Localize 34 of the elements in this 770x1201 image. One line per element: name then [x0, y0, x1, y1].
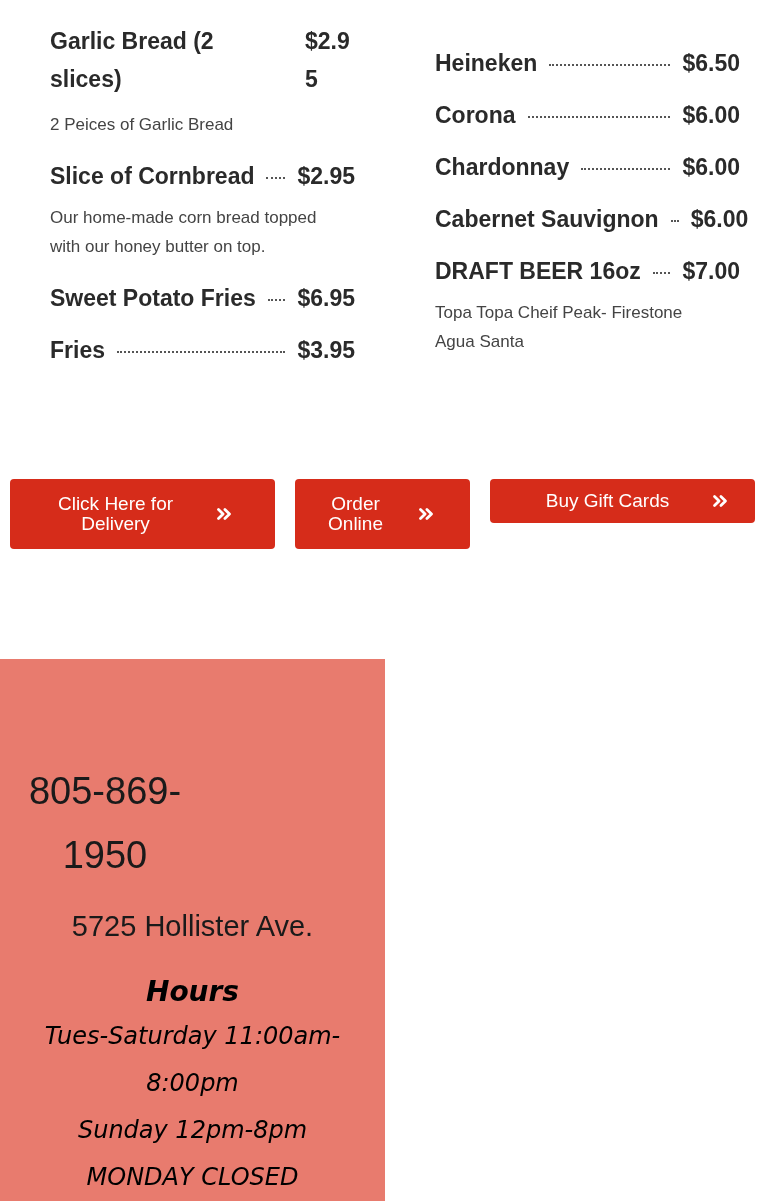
item-price: $2.95 — [305, 27, 351, 94]
hours-title: Hours — [145, 973, 240, 1010]
item-name: Chardonnay — [435, 153, 570, 182]
item-price: $6.00 — [682, 101, 740, 130]
leader-line — [266, 177, 286, 179]
item-name: Sweet Potato Fries — [50, 284, 256, 313]
item-price: $7.00 — [682, 257, 740, 286]
item-name: DRAFT BEER 16oz — [435, 257, 641, 286]
hours-line: Sunday 12pm-8pm — [76, 1114, 309, 1146]
item-name: Slice of Cornbread — [50, 162, 255, 191]
item-name: Corona — [435, 101, 516, 130]
leader-line — [652, 272, 671, 274]
leader-line — [267, 299, 286, 301]
item-description: Our home-made corn bread topped with our honey butter on top. — [50, 207, 318, 258]
address: 5725 Hollister Ave. — [71, 909, 314, 944]
item-description: Topa Topa Cheif Peak- Firestone Agua Santa — [435, 302, 684, 353]
item-description: 2 Peices of Garlic Bread — [50, 114, 235, 136]
item-name: Heineken — [435, 49, 538, 78]
hours-line: MONDAY CLOSED — [85, 1161, 300, 1193]
item-price: $6.00 — [682, 153, 740, 182]
leader-line — [670, 220, 679, 222]
item-price: $6.50 — [682, 49, 740, 78]
item-price: $6.00 — [690, 205, 749, 234]
item-name: Cabernet Sauvignon — [435, 205, 659, 234]
item-name: Fries — [50, 336, 105, 365]
action-button[interactable]: Order Online — [295, 479, 470, 549]
action-button[interactable]: Buy Gift Cards — [490, 479, 755, 523]
action-button[interactable]: Click Here for Delivery — [10, 479, 275, 549]
phone-number: 805-869-1950 — [27, 769, 183, 878]
item-price: $6.95 — [297, 284, 355, 313]
item-price: $2.95 — [297, 162, 355, 191]
hours-line: Tues-Saturday 11:00am-8:00pm — [43, 1020, 342, 1099]
item-price: $3.95 — [297, 336, 355, 365]
item-name: Garlic Bread (2 slices) — [50, 27, 215, 94]
